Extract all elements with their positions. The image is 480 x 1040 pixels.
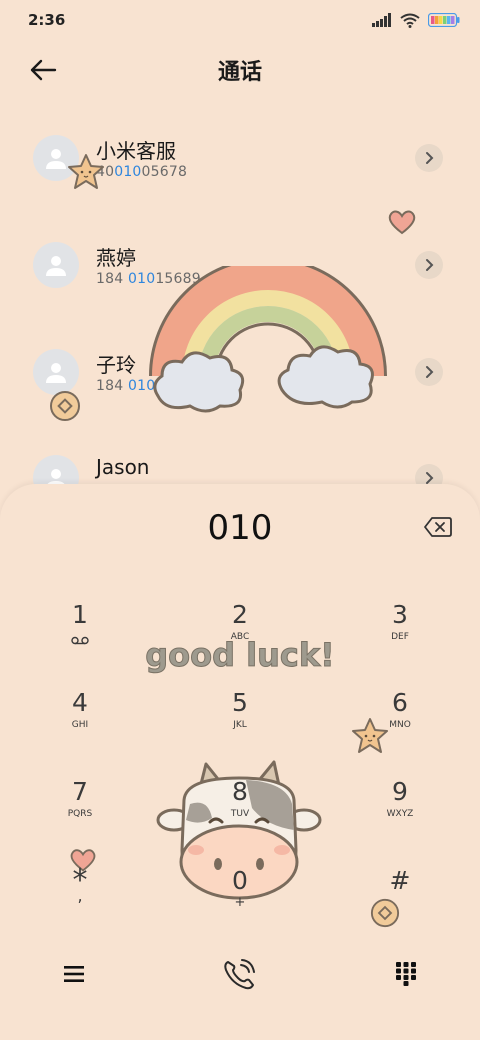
back-arrow-icon[interactable] <box>28 56 58 84</box>
keypad-toggle-button[interactable] <box>386 954 426 994</box>
heart-sticker-icon <box>388 210 416 235</box>
key-8[interactable]: 8 TUV <box>200 777 280 847</box>
status-time: 2:36 <box>28 11 66 29</box>
rainbow-sticker-icon <box>149 266 387 413</box>
call-button[interactable] <box>220 954 260 994</box>
backspace-icon[interactable] <box>424 516 452 538</box>
key-5[interactable]: 5 JKL <box>200 688 280 758</box>
key-9[interactable]: 9 WXYZ <box>360 777 440 847</box>
chevron-right-icon <box>426 366 434 378</box>
key-0[interactable]: 0 + <box>200 866 280 936</box>
avatar <box>33 349 79 395</box>
key-1[interactable]: 1 <box>40 600 120 670</box>
star-sticker-icon <box>68 154 104 189</box>
wifi-icon <box>400 13 420 28</box>
menu-icon <box>64 966 84 982</box>
key-6[interactable]: 6 MNO <box>360 688 440 758</box>
status-icons <box>372 13 460 28</box>
key-star[interactable]: * , <box>40 866 120 936</box>
page-title: 通话 <box>217 60 262 85</box>
chevron-right-icon <box>426 259 434 271</box>
battery-icon <box>428 13 460 27</box>
coin-sticker-icon <box>50 391 80 421</box>
key-2[interactable]: 2 ABC <box>200 600 280 670</box>
contact-name: 燕婷 <box>96 246 136 270</box>
chevron-right-icon <box>426 472 434 484</box>
keypad-icon <box>396 962 416 986</box>
person-icon <box>46 256 66 276</box>
contact-name: 子玲 <box>96 353 136 377</box>
person-icon <box>46 363 66 383</box>
contact-name: Jason <box>96 455 150 479</box>
header: 通话 <box>0 48 480 92</box>
key-hash[interactable]: # <box>360 866 440 936</box>
status-bar: 2:36 <box>0 0 480 40</box>
call-icon <box>224 959 255 990</box>
avatar <box>33 242 79 288</box>
menu-button[interactable] <box>54 954 94 994</box>
key-3[interactable]: 3 DEF <box>360 600 440 670</box>
contact-number: 4001005678 <box>96 164 188 180</box>
chevron-right-icon <box>426 152 434 164</box>
contact-name: 小米客服 <box>96 139 176 163</box>
bottom-bar <box>0 950 480 1000</box>
key-4[interactable]: 4 GHI <box>40 688 120 758</box>
contact-detail-button[interactable] <box>415 144 443 172</box>
contact-detail-button[interactable] <box>415 251 443 279</box>
signal-icon <box>372 13 391 27</box>
voicemail-icon <box>71 636 89 645</box>
dialed-number: 010 <box>207 508 273 548</box>
person-icon <box>46 149 66 169</box>
key-7[interactable]: 7 PQRS <box>40 777 120 847</box>
contact-detail-button[interactable] <box>415 358 443 386</box>
